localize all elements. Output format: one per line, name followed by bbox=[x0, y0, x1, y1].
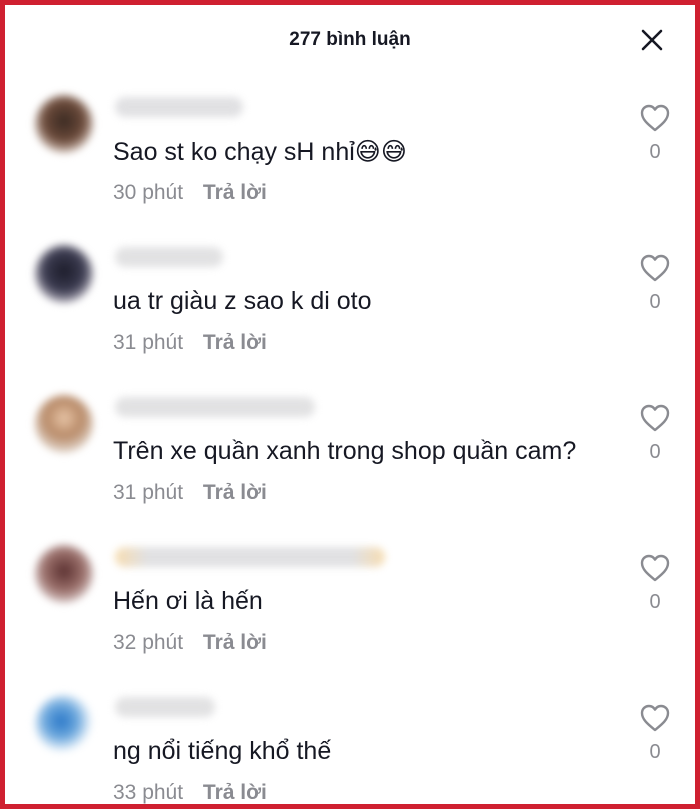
comment-time: 31 phút bbox=[113, 331, 184, 354]
heart-outline-icon[interactable] bbox=[639, 553, 671, 583]
comment-time: 31 phút bbox=[113, 481, 184, 504]
like-control: 0 bbox=[637, 403, 673, 464]
comment-time: 33 phút bbox=[113, 781, 184, 804]
like-control: 0 bbox=[637, 553, 673, 614]
comment-text: Hến ơi là hến bbox=[113, 587, 263, 615]
like-count: 0 bbox=[649, 741, 661, 763]
comments-panel: 277 bình luận Sao st ko chạy sH nhỉ😅😅 30… bbox=[0, 0, 700, 809]
comment-text: Trên xe quần xanh trong shop quần cam? bbox=[113, 437, 577, 465]
comment-time: 32 phút bbox=[113, 631, 184, 654]
like-count: 0 bbox=[649, 291, 661, 313]
comment-time: 30 phút bbox=[113, 181, 184, 204]
avatar[interactable] bbox=[35, 545, 93, 603]
like-count: 0 bbox=[649, 441, 661, 463]
username-redacted[interactable] bbox=[115, 547, 385, 567]
like-control: 0 bbox=[637, 103, 673, 164]
comment-list[interactable]: Sao st ko chạy sH nhỉ😅😅 30 phút Trả lời … bbox=[5, 75, 695, 804]
comments-count-title: 277 bình luận bbox=[289, 29, 411, 50]
username-redacted[interactable] bbox=[115, 697, 215, 717]
comment-meta: 30 phút Trả lời bbox=[113, 181, 267, 205]
heart-outline-icon[interactable] bbox=[639, 403, 671, 433]
avatar[interactable] bbox=[35, 395, 93, 453]
comment-item: Sao st ko chạy sH nhỉ😅😅 30 phút Trả lời … bbox=[5, 75, 695, 225]
avatar[interactable] bbox=[35, 245, 93, 303]
like-count: 0 bbox=[649, 591, 661, 613]
username-redacted[interactable] bbox=[115, 97, 243, 117]
comment-text: ua tr giàu z sao k di oto bbox=[113, 287, 372, 315]
comment-text: Sao st ko chạy sH nhỉ😅😅 bbox=[113, 138, 407, 166]
like-count: 0 bbox=[649, 141, 661, 163]
like-control: 0 bbox=[637, 253, 673, 314]
reply-button[interactable]: Trả lời bbox=[203, 631, 267, 654]
comment-item: ua tr giàu z sao k di oto 31 phút Trả lờ… bbox=[5, 225, 695, 375]
heart-outline-icon[interactable] bbox=[639, 253, 671, 283]
comments-header: 277 bình luận bbox=[5, 5, 695, 75]
reply-button[interactable]: Trả lời bbox=[203, 781, 267, 804]
comment-item: Trên xe quần xanh trong shop quần cam? 3… bbox=[5, 375, 695, 525]
username-redacted[interactable] bbox=[115, 397, 315, 417]
like-control: 0 bbox=[637, 703, 673, 764]
comment-meta: 32 phút Trả lời bbox=[113, 631, 267, 655]
reply-button[interactable]: Trả lời bbox=[203, 331, 267, 354]
reply-button[interactable]: Trả lời bbox=[203, 181, 267, 204]
heart-outline-icon[interactable] bbox=[639, 703, 671, 733]
close-button[interactable] bbox=[637, 25, 667, 55]
close-icon bbox=[641, 29, 663, 51]
avatar[interactable] bbox=[35, 695, 93, 753]
reply-button[interactable]: Trả lời bbox=[203, 481, 267, 504]
comment-meta: 31 phút Trả lời bbox=[113, 331, 267, 355]
avatar[interactable] bbox=[35, 95, 93, 153]
heart-outline-icon[interactable] bbox=[639, 103, 671, 133]
comment-meta: 33 phút Trả lời bbox=[113, 781, 267, 804]
comment-item: ng nổi tiếng khổ thế 33 phút Trả lời 0 bbox=[5, 675, 695, 804]
comment-text: ng nổi tiếng khổ thế bbox=[113, 737, 332, 765]
comment-item: Hến ơi là hến 32 phút Trả lời 0 bbox=[5, 525, 695, 675]
comment-meta: 31 phút Trả lời bbox=[113, 481, 267, 505]
username-redacted[interactable] bbox=[115, 247, 223, 267]
